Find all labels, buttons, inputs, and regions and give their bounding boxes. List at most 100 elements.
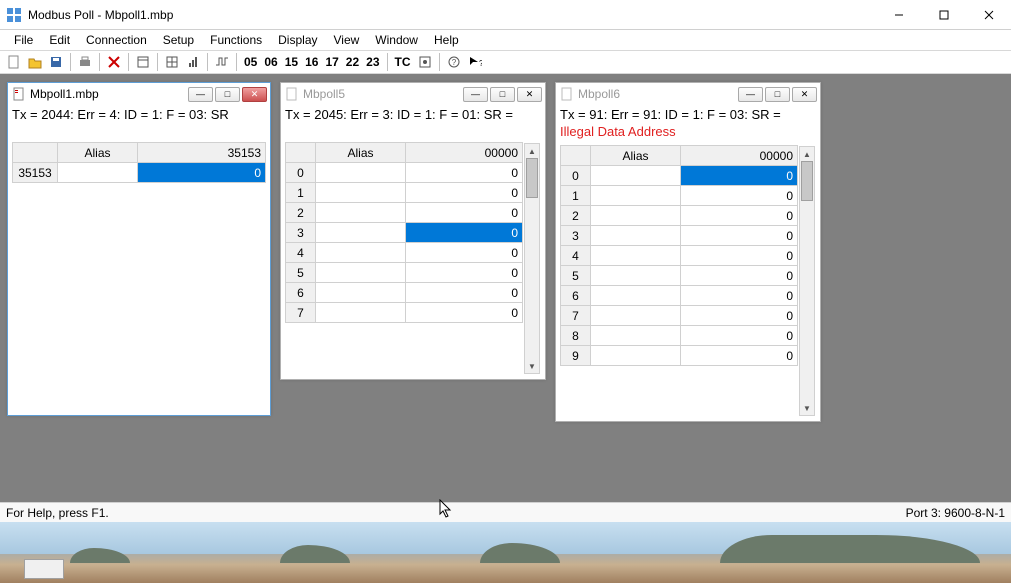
settings-icon[interactable] bbox=[415, 52, 435, 72]
corner-header[interactable] bbox=[286, 143, 316, 163]
maximize-button[interactable] bbox=[921, 0, 966, 29]
cell-alias[interactable] bbox=[591, 186, 681, 206]
child-window-mbpoll6[interactable]: Mbpoll6 — □ ✕ Tx = 91: Err = 91: ID = 1:… bbox=[555, 82, 821, 422]
menu-view[interactable]: View bbox=[328, 32, 366, 48]
cell-value[interactable]: 0 bbox=[406, 283, 523, 303]
table-row[interactable]: 00 bbox=[286, 163, 523, 183]
table-row[interactable]: 351530 bbox=[13, 163, 266, 183]
cell-value[interactable]: 0 bbox=[681, 226, 798, 246]
cell-alias[interactable] bbox=[591, 166, 681, 186]
corner-header[interactable] bbox=[13, 143, 58, 163]
cell-value[interactable]: 0 bbox=[681, 266, 798, 286]
cell-value[interactable]: 0 bbox=[406, 223, 523, 243]
tb-15[interactable]: 15 bbox=[282, 55, 301, 69]
window-icon[interactable] bbox=[133, 52, 153, 72]
cell-value[interactable]: 0 bbox=[138, 163, 266, 183]
pulse-icon[interactable] bbox=[212, 52, 232, 72]
scroll-down-icon[interactable]: ▼ bbox=[800, 401, 814, 415]
scroll-up-icon[interactable]: ▲ bbox=[800, 147, 814, 161]
table-row[interactable]: 00 bbox=[561, 166, 798, 186]
row-header[interactable]: 6 bbox=[286, 283, 316, 303]
row-header[interactable]: 1 bbox=[561, 186, 591, 206]
signal-icon[interactable] bbox=[183, 52, 203, 72]
row-header[interactable]: 1 bbox=[286, 183, 316, 203]
tb-22[interactable]: 22 bbox=[343, 55, 362, 69]
print-icon[interactable] bbox=[75, 52, 95, 72]
row-header[interactable]: 2 bbox=[561, 206, 591, 226]
tb-05[interactable]: 05 bbox=[241, 55, 260, 69]
row-header[interactable]: 5 bbox=[561, 266, 591, 286]
cell-alias[interactable] bbox=[591, 286, 681, 306]
cell-value[interactable]: 0 bbox=[406, 183, 523, 203]
menu-edit[interactable]: Edit bbox=[43, 32, 76, 48]
table-row[interactable]: 10 bbox=[286, 183, 523, 203]
col-alias[interactable]: Alias bbox=[591, 146, 681, 166]
row-header[interactable]: 6 bbox=[561, 286, 591, 306]
cell-alias[interactable] bbox=[591, 266, 681, 286]
cell-value[interactable]: 0 bbox=[406, 303, 523, 323]
child-close-button[interactable]: ✕ bbox=[242, 87, 267, 102]
child-close-button[interactable]: ✕ bbox=[517, 87, 542, 102]
corner-header[interactable] bbox=[561, 146, 591, 166]
menu-display[interactable]: Display bbox=[272, 32, 323, 48]
cell-value[interactable]: 0 bbox=[681, 166, 798, 186]
grid[interactable]: Alias 00000 00102030405060708090 ▲ ▼ bbox=[560, 145, 816, 417]
grid[interactable]: Alias 00000 0010203040506070 ▲ ▼ bbox=[285, 142, 541, 375]
row-header[interactable]: 5 bbox=[286, 263, 316, 283]
cell-value[interactable]: 0 bbox=[681, 186, 798, 206]
table-row[interactable]: 10 bbox=[561, 186, 798, 206]
disconnect-icon[interactable] bbox=[104, 52, 124, 72]
grid-icon[interactable] bbox=[162, 52, 182, 72]
menu-setup[interactable]: Setup bbox=[157, 32, 200, 48]
row-header[interactable]: 4 bbox=[286, 243, 316, 263]
cell-value[interactable]: 0 bbox=[406, 243, 523, 263]
menu-file[interactable]: File bbox=[8, 32, 39, 48]
child-minimize-button[interactable]: — bbox=[463, 87, 488, 102]
col-value[interactable]: 00000 bbox=[681, 146, 798, 166]
scrollbar[interactable]: ▲ ▼ bbox=[524, 143, 540, 374]
col-value[interactable]: 35153 bbox=[138, 143, 266, 163]
menu-connection[interactable]: Connection bbox=[80, 32, 153, 48]
whatsthis-icon[interactable]: ? bbox=[465, 52, 485, 72]
cell-value[interactable]: 0 bbox=[681, 326, 798, 346]
scrollbar[interactable]: ▲ ▼ bbox=[799, 146, 815, 416]
child-titlebar[interactable]: Mbpoll6 — □ ✕ bbox=[556, 83, 820, 105]
minimize-button[interactable] bbox=[876, 0, 921, 29]
cell-alias[interactable] bbox=[316, 263, 406, 283]
cell-value[interactable]: 0 bbox=[406, 163, 523, 183]
new-icon[interactable] bbox=[4, 52, 24, 72]
tb-23[interactable]: 23 bbox=[363, 55, 382, 69]
cell-alias[interactable] bbox=[58, 163, 138, 183]
cell-value[interactable]: 0 bbox=[681, 306, 798, 326]
child-maximize-button[interactable]: □ bbox=[490, 87, 515, 102]
row-header[interactable]: 3 bbox=[561, 226, 591, 246]
table-row[interactable]: 20 bbox=[286, 203, 523, 223]
save-icon[interactable] bbox=[46, 52, 66, 72]
cell-alias[interactable] bbox=[591, 246, 681, 266]
cell-alias[interactable] bbox=[591, 306, 681, 326]
table-row[interactable]: 60 bbox=[286, 283, 523, 303]
row-header[interactable]: 8 bbox=[561, 326, 591, 346]
table-row[interactable]: 70 bbox=[561, 306, 798, 326]
child-close-button[interactable]: ✕ bbox=[792, 87, 817, 102]
scroll-thumb[interactable] bbox=[526, 158, 538, 198]
cell-alias[interactable] bbox=[591, 206, 681, 226]
scroll-thumb[interactable] bbox=[801, 161, 813, 201]
cell-value[interactable]: 0 bbox=[681, 206, 798, 226]
close-button[interactable] bbox=[966, 0, 1011, 29]
cell-value[interactable]: 0 bbox=[406, 203, 523, 223]
cell-alias[interactable] bbox=[591, 326, 681, 346]
table-row[interactable]: 60 bbox=[561, 286, 798, 306]
row-header[interactable]: 2 bbox=[286, 203, 316, 223]
col-alias[interactable]: Alias bbox=[316, 143, 406, 163]
child-minimize-button[interactable]: — bbox=[738, 87, 763, 102]
row-header[interactable]: 0 bbox=[286, 163, 316, 183]
menu-window[interactable]: Window bbox=[369, 32, 424, 48]
scroll-down-icon[interactable]: ▼ bbox=[525, 359, 539, 373]
table-row[interactable]: 30 bbox=[561, 226, 798, 246]
cell-alias[interactable] bbox=[316, 303, 406, 323]
table-row[interactable]: 80 bbox=[561, 326, 798, 346]
menu-functions[interactable]: Functions bbox=[204, 32, 268, 48]
cell-value[interactable]: 0 bbox=[406, 263, 523, 283]
child-maximize-button[interactable]: □ bbox=[215, 87, 240, 102]
